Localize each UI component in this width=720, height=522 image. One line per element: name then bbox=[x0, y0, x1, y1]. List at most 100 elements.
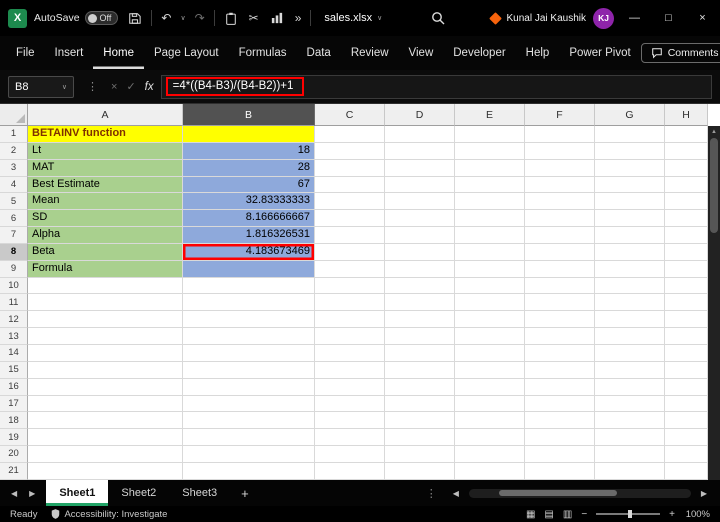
column-header-D[interactable]: D bbox=[385, 104, 455, 126]
cell-C8[interactable] bbox=[315, 244, 385, 261]
cell-B18[interactable] bbox=[183, 412, 315, 429]
cell-E7[interactable] bbox=[455, 227, 525, 244]
autosave-toggle[interactable]: AutoSave Off bbox=[34, 11, 118, 25]
clipboard-icon[interactable] bbox=[222, 12, 240, 25]
chart-icon[interactable] bbox=[268, 12, 286, 24]
cell-D15[interactable] bbox=[385, 362, 455, 379]
cell-D16[interactable] bbox=[385, 379, 455, 396]
cell-F4[interactable] bbox=[525, 177, 595, 194]
cell-G9[interactable] bbox=[595, 261, 665, 278]
cell-A9[interactable]: Formula bbox=[28, 261, 183, 278]
cell-E14[interactable] bbox=[455, 345, 525, 362]
zoom-level[interactable]: 100% bbox=[684, 509, 710, 520]
cell-D18[interactable] bbox=[385, 412, 455, 429]
cell-F19[interactable] bbox=[525, 429, 595, 446]
select-all-corner[interactable] bbox=[0, 104, 28, 126]
more-commands-icon[interactable]: » bbox=[293, 12, 304, 24]
row-header-1[interactable]: 1 bbox=[0, 126, 28, 143]
cell-C15[interactable] bbox=[315, 362, 385, 379]
cell-C16[interactable] bbox=[315, 379, 385, 396]
cell-E5[interactable] bbox=[455, 193, 525, 210]
column-header-B[interactable]: B bbox=[183, 104, 315, 126]
row-header-7[interactable]: 7 bbox=[0, 227, 28, 244]
cell-C4[interactable] bbox=[315, 177, 385, 194]
sheet-nav-left-icon[interactable]: ◀ bbox=[6, 489, 22, 498]
ribbon-tab-data[interactable]: Data bbox=[297, 38, 341, 69]
cell-D10[interactable] bbox=[385, 278, 455, 295]
cell-C18[interactable] bbox=[315, 412, 385, 429]
cell-E17[interactable] bbox=[455, 396, 525, 413]
cell-G13[interactable] bbox=[595, 328, 665, 345]
row-header-3[interactable]: 3 bbox=[0, 160, 28, 177]
row-header-8[interactable]: 8 bbox=[0, 244, 28, 261]
cell-H9[interactable] bbox=[665, 261, 708, 278]
cell-B4[interactable]: 67 bbox=[183, 177, 315, 194]
cell-A21[interactable] bbox=[28, 463, 183, 480]
comments-button[interactable]: Comments bbox=[641, 43, 720, 63]
cell-F11[interactable] bbox=[525, 294, 595, 311]
row-header-18[interactable]: 18 bbox=[0, 412, 28, 429]
insert-function-icon[interactable]: fx bbox=[145, 81, 154, 93]
cell-C3[interactable] bbox=[315, 160, 385, 177]
cell-G12[interactable] bbox=[595, 311, 665, 328]
cut-icon[interactable]: ✂ bbox=[247, 12, 261, 24]
cell-B6[interactable]: 8.166666667 bbox=[183, 210, 315, 227]
row-header-9[interactable]: 9 bbox=[0, 261, 28, 278]
cell-A8[interactable]: Beta bbox=[28, 244, 183, 261]
cell-F15[interactable] bbox=[525, 362, 595, 379]
cell-D14[interactable] bbox=[385, 345, 455, 362]
hscroll-left-icon[interactable]: ◀ bbox=[448, 489, 464, 498]
column-header-F[interactable]: F bbox=[525, 104, 595, 126]
zoom-in-button[interactable]: + bbox=[669, 509, 675, 520]
cell-D17[interactable] bbox=[385, 396, 455, 413]
cell-F21[interactable] bbox=[525, 463, 595, 480]
row-header-6[interactable]: 6 bbox=[0, 210, 28, 227]
zoom-out-button[interactable]: − bbox=[581, 509, 587, 520]
hscroll-thumb[interactable] bbox=[499, 490, 617, 496]
cell-C19[interactable] bbox=[315, 429, 385, 446]
accessibility-status[interactable]: Accessibility: Investigate bbox=[51, 509, 167, 520]
cell-D1[interactable] bbox=[385, 126, 455, 143]
cell-D2[interactable] bbox=[385, 143, 455, 160]
row-header-14[interactable]: 14 bbox=[0, 345, 28, 362]
add-sheet-button[interactable]: + bbox=[232, 486, 258, 501]
cell-E12[interactable] bbox=[455, 311, 525, 328]
formula-input[interactable]: =4*((B4-B3)/(B4-B2))+1 bbox=[161, 75, 712, 99]
cell-F6[interactable] bbox=[525, 210, 595, 227]
cell-C12[interactable] bbox=[315, 311, 385, 328]
ribbon-tab-home[interactable]: Home bbox=[93, 38, 144, 69]
cell-G18[interactable] bbox=[595, 412, 665, 429]
cell-A6[interactable]: SD bbox=[28, 210, 183, 227]
cell-E4[interactable] bbox=[455, 177, 525, 194]
cell-A18[interactable] bbox=[28, 412, 183, 429]
row-header-12[interactable]: 12 bbox=[0, 311, 28, 328]
sheet-tab-sheet3[interactable]: Sheet3 bbox=[169, 480, 230, 506]
cell-H13[interactable] bbox=[665, 328, 708, 345]
sheet-tab-sheet2[interactable]: Sheet2 bbox=[108, 480, 169, 506]
cell-D12[interactable] bbox=[385, 311, 455, 328]
cell-B7[interactable]: 1.816326531 bbox=[183, 227, 315, 244]
cell-E18[interactable] bbox=[455, 412, 525, 429]
cell-B12[interactable] bbox=[183, 311, 315, 328]
cell-E10[interactable] bbox=[455, 278, 525, 295]
cell-B15[interactable] bbox=[183, 362, 315, 379]
ribbon-tab-file[interactable]: File bbox=[6, 38, 45, 69]
cell-G21[interactable] bbox=[595, 463, 665, 480]
scroll-up-icon[interactable]: ▲ bbox=[711, 126, 717, 138]
cell-H18[interactable] bbox=[665, 412, 708, 429]
cell-A4[interactable]: Best Estimate bbox=[28, 177, 183, 194]
cell-H1[interactable] bbox=[665, 126, 708, 143]
cell-B14[interactable] bbox=[183, 345, 315, 362]
enter-icon[interactable]: ✓ bbox=[126, 80, 135, 93]
name-box[interactable]: B8 ∨ bbox=[8, 76, 74, 98]
cell-C1[interactable] bbox=[315, 126, 385, 143]
cell-C10[interactable] bbox=[315, 278, 385, 295]
vertical-scroll-thumb[interactable] bbox=[710, 138, 718, 233]
cell-C17[interactable] bbox=[315, 396, 385, 413]
active-cell-B8[interactable]: 4.183673469 bbox=[183, 244, 315, 261]
cell-A20[interactable] bbox=[28, 446, 183, 463]
cell-D5[interactable] bbox=[385, 193, 455, 210]
cell-H6[interactable] bbox=[665, 210, 708, 227]
cell-G6[interactable] bbox=[595, 210, 665, 227]
cell-B3[interactable]: 28 bbox=[183, 160, 315, 177]
